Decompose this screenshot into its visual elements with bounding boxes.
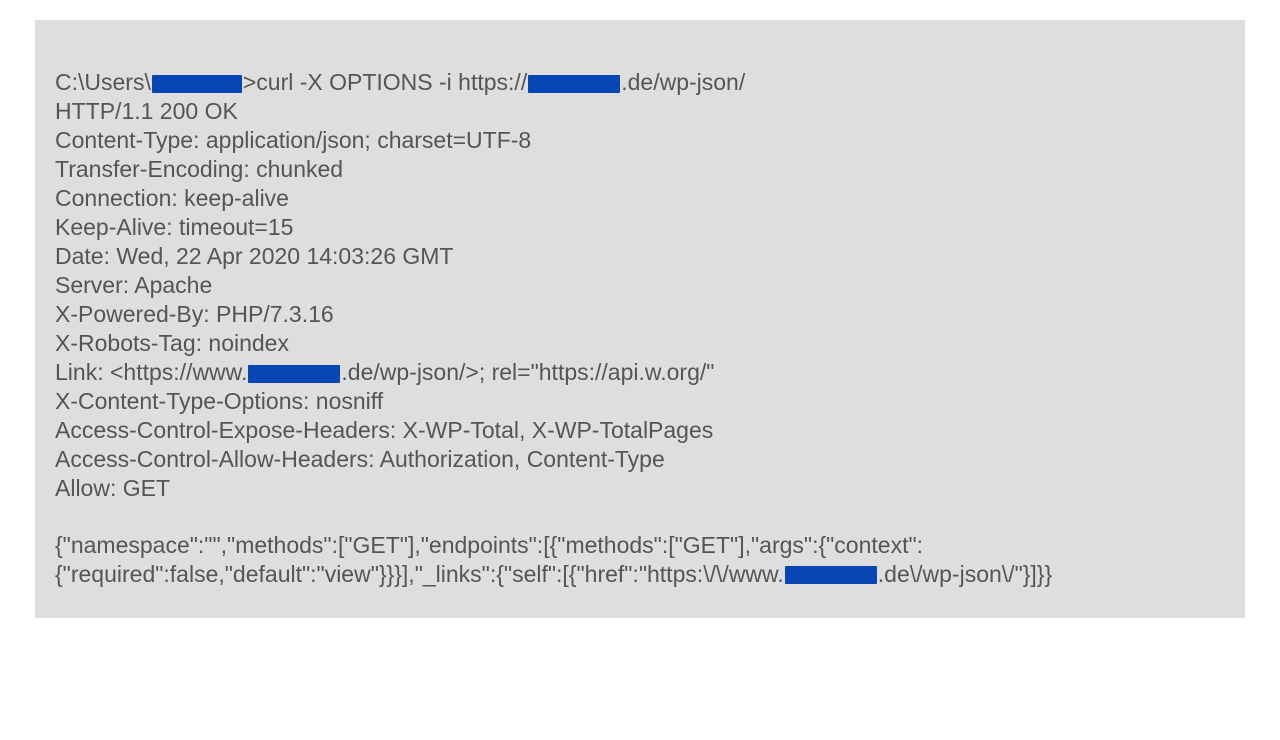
command-line: C:\Users\ >curl -X OPTIONS -i https:// .de… — [55, 68, 1225, 97]
terminal-output-block: C:\Users\ >curl -X OPTIONS -i https:// .de… — [35, 20, 1245, 618]
header-transfer-encoding: Transfer-Encoding: chunked — [55, 155, 1225, 184]
redaction-domain-1 — [528, 75, 620, 93]
http-status: HTTP/1.1 200 OK — [55, 97, 1225, 126]
redaction-domain-2 — [248, 365, 340, 383]
redaction-username — [152, 75, 242, 93]
header-link: Link: <https://www. .de/wp-json/>; rel="h… — [55, 358, 1225, 387]
header-content-type: Content-Type: application/json; charset=… — [55, 126, 1225, 155]
redaction-domain-3 — [785, 566, 877, 584]
header-access-control-allow-headers: Access-Control-Allow-Headers: Authorizat… — [55, 445, 1225, 474]
cmd-middle: >curl -X OPTIONS -i https:// — [243, 69, 527, 95]
url-suffix: .de/wp-json/ — [621, 69, 745, 95]
header-server: Server: Apache — [55, 271, 1225, 300]
link-pre: Link: <https://www. — [55, 359, 247, 385]
path-prefix: C:\Users\ — [55, 69, 151, 95]
header-x-content-type-options: X-Content-Type-Options: nosniff — [55, 387, 1225, 416]
header-keep-alive: Keep-Alive: timeout=15 — [55, 213, 1225, 242]
header-connection: Connection: keep-alive — [55, 184, 1225, 213]
body-part2: .de\/wp-json\/"}]}} — [878, 561, 1052, 587]
response-body: {"namespace":"","methods":["GET"],"endpo… — [55, 531, 1225, 589]
header-powered-by: X-Powered-By: PHP/7.3.16 — [55, 300, 1225, 329]
blank-line — [55, 503, 1225, 531]
header-robots: X-Robots-Tag: noindex — [55, 329, 1225, 358]
header-access-control-expose-headers: Access-Control-Expose-Headers: X-WP-Tota… — [55, 416, 1225, 445]
header-allow: Allow: GET — [55, 474, 1225, 503]
header-date: Date: Wed, 22 Apr 2020 14:03:26 GMT — [55, 242, 1225, 271]
link-post: .de/wp-json/>; rel="https://api.w.org/" — [341, 359, 714, 385]
